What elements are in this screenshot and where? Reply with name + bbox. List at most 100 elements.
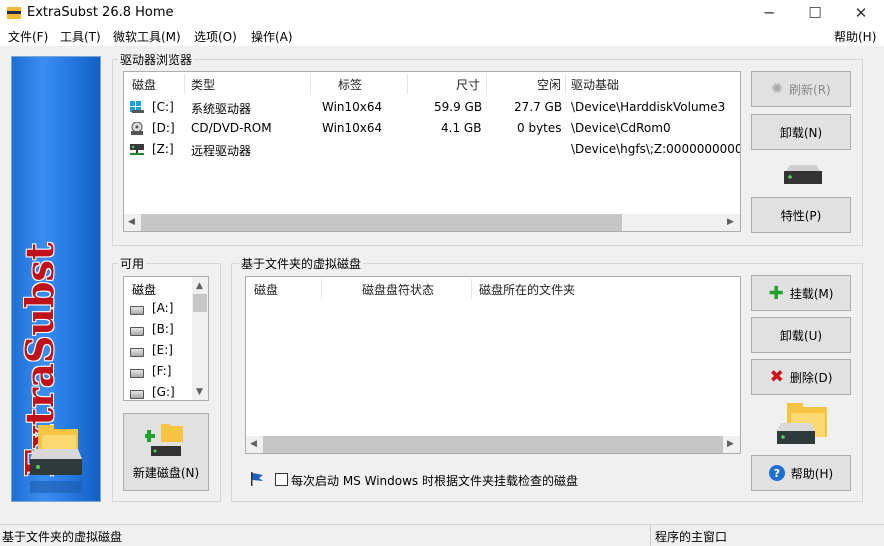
virtual-list-hscroll[interactable]: ◀ ▶	[246, 436, 740, 453]
scroll-right-arrow-icon[interactable]: ▶	[727, 217, 734, 227]
maximize-button[interactable]: ☐	[792, 0, 838, 26]
refresh-icon: ✺	[771, 81, 784, 97]
col-disk[interactable]: 磁盘	[132, 76, 156, 93]
drive-z-base: \Device\hgfs\;Z:000000000000	[571, 142, 741, 156]
menu-help[interactable]: 帮助(H)	[834, 28, 876, 45]
help-label: 帮助(H)	[790, 466, 834, 481]
available-drive-e[interactable]	[130, 346, 144, 360]
available-drive-f[interactable]	[130, 367, 144, 381]
refresh-label: 刷新(R)	[789, 82, 831, 97]
drive-small-icon	[130, 306, 144, 315]
vcol-status[interactable]: 磁盘盘符状态	[362, 281, 434, 298]
menu-actions[interactable]: 操作(A)	[251, 28, 293, 45]
drive-z-disk: [Z:]	[152, 142, 174, 156]
virtual-disk-list[interactable]: 磁盘 磁盘盘符状态 磁盘所在的文件夹 ◀ ▶	[245, 276, 741, 454]
drive-c-base: \Device\HarddiskVolume3	[571, 100, 726, 114]
available-drive-a[interactable]	[130, 304, 144, 318]
drive-d-label: Win10x64	[322, 121, 383, 135]
minimize-button[interactable]: ─	[746, 0, 792, 26]
available-col-disk: 磁盘	[132, 283, 157, 297]
drive-d-type: CD/DVD-ROM	[191, 121, 272, 135]
app-icon	[7, 7, 21, 19]
refresh-button[interactable]: ✺ 刷新(R)	[751, 71, 851, 107]
menu-tools[interactable]: 工具(T)	[60, 28, 101, 45]
drive-d-free: 0 bytes	[517, 121, 562, 135]
status-bar	[0, 524, 884, 546]
col-free[interactable]: 空闲	[537, 76, 561, 93]
menu-ms-tools[interactable]: 微软工具(M)	[113, 28, 181, 45]
available-vscroll-thumb[interactable]	[193, 294, 207, 312]
drive-c-disk: [C:]	[152, 100, 174, 114]
new-disk-label: 新建磁盘(N)	[132, 465, 200, 480]
status-divider	[650, 525, 651, 546]
drive-z-type: 远程驱动器	[191, 144, 252, 158]
delete-button[interactable]: ✖ 删除(D)	[751, 359, 851, 395]
col-base[interactable]: 驱动基础	[571, 76, 619, 93]
folder-drive-icon	[775, 403, 831, 450]
help-button[interactable]: ? 帮助(H)	[751, 455, 851, 491]
drive-list-hscroll-thumb[interactable]	[141, 214, 622, 231]
menu-options[interactable]: 选项(O)	[194, 28, 237, 45]
drive-small-icon	[130, 369, 144, 378]
col-size[interactable]: 尺寸	[456, 76, 480, 93]
drive-d-base: \Device\CdRom0	[571, 121, 671, 135]
drive-c-size: 59.9 GB	[434, 100, 483, 114]
available-drive-b[interactable]	[130, 325, 144, 339]
status-right: 程序的主窗口	[655, 530, 728, 544]
close-button[interactable]: ✕	[838, 0, 884, 26]
plus-icon: ✚	[768, 282, 784, 304]
logo-text: ExtraSubst	[17, 242, 62, 477]
new-disk-icon	[145, 423, 183, 456]
drive-d-disk: [D:]	[152, 121, 175, 135]
col-type[interactable]: 类型	[191, 76, 215, 93]
available-drive-a-label: [A:]	[152, 301, 174, 315]
drive-c-type: 系统驱动器	[191, 102, 252, 116]
folder-drive-icon	[30, 425, 82, 493]
drive-d-size: 4.1 GB	[441, 121, 482, 135]
drive-c-free: 27.7 GB	[514, 100, 563, 114]
logo-banner: ExtraSubst	[11, 56, 101, 502]
drive-list-hscroll[interactable]: ◀ ▶	[124, 214, 740, 231]
virtual-list-hscroll-thumb[interactable]	[263, 436, 723, 453]
delete-label: 删除(D)	[789, 370, 833, 385]
system-drive-icon	[130, 101, 144, 116]
delete-icon: ✖	[769, 367, 784, 387]
mount-button[interactable]: ✚ 挂载(M)	[751, 275, 851, 311]
new-disk-button[interactable]: 新建磁盘(N)	[123, 413, 209, 491]
vcol-disk[interactable]: 磁盘	[254, 281, 278, 298]
drive-icon	[782, 163, 824, 188]
drive-small-icon	[130, 327, 144, 336]
available-label: 可用	[118, 255, 147, 272]
col-label[interactable]: 标签	[338, 76, 362, 93]
available-drive-g[interactable]	[130, 388, 144, 400]
available-drive-list[interactable]: 磁盘 [A:] [B:] [E:] [F:] [G:] ▲ ▼	[123, 276, 209, 401]
drive-list[interactable]: 磁盘 类型 标签 尺寸 空闲 驱动基础 [C:] 系统驱动器 Win10x64 …	[123, 71, 741, 232]
menu-file[interactable]: 文件(F)	[8, 28, 48, 45]
scroll-left-arrow-icon[interactable]: ◀	[128, 217, 135, 227]
flag-icon	[249, 471, 265, 490]
available-drive-e-label: [E:]	[152, 343, 173, 357]
scroll-down-arrow-icon[interactable]: ▼	[196, 387, 203, 397]
available-drive-g-label: [G:]	[152, 385, 175, 399]
drive-small-icon	[130, 348, 144, 357]
startup-check-checkbox[interactable]	[275, 473, 288, 486]
scroll-left-arrow-icon[interactable]: ◀	[250, 439, 257, 449]
unmount-drive-button[interactable]: 卸载(N)	[751, 114, 851, 150]
vcol-folder[interactable]: 磁盘所在的文件夹	[479, 281, 575, 298]
status-left: 基于文件夹的虚拟磁盘	[2, 530, 123, 544]
virtual-disks-label: 基于文件夹的虚拟磁盘	[239, 255, 364, 272]
available-drive-f-label: [F:]	[152, 364, 172, 378]
window-title: ExtraSubst 26.8 Home	[27, 5, 174, 20]
scroll-up-arrow-icon[interactable]: ▲	[196, 281, 203, 291]
available-vscroll[interactable]: ▲ ▼	[192, 277, 208, 400]
scroll-right-arrow-icon[interactable]: ▶	[727, 439, 734, 449]
cdrom-icon	[130, 121, 144, 138]
drive-small-icon	[130, 390, 144, 399]
drive-browser-label: 驱动器浏览器	[118, 51, 195, 68]
unmount-virtual-button[interactable]: 卸载(U)	[751, 317, 851, 353]
network-drive-icon	[130, 143, 144, 159]
available-drive-b-label: [B:]	[152, 322, 174, 336]
properties-button[interactable]: 特性(P)	[751, 197, 851, 233]
startup-check-label[interactable]: 每次启动 MS Windows 时根据文件夹挂载检查的磁盘	[291, 472, 578, 489]
mount-label: 挂载(M)	[789, 286, 834, 301]
